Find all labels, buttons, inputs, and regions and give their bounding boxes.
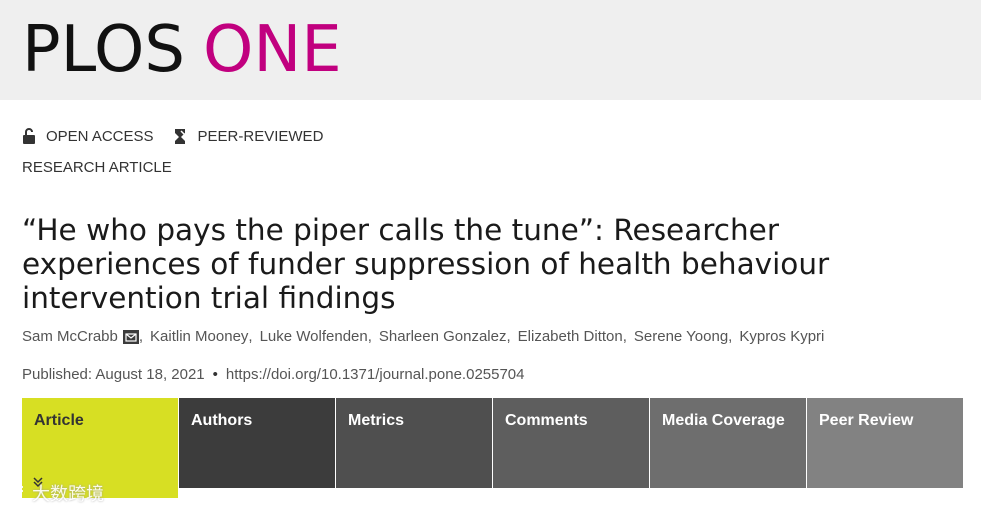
- author-name: Kaitlin Mooney: [150, 328, 249, 345]
- author-link[interactable]: Kaitlin Mooney: [150, 328, 248, 345]
- author-link[interactable]: Kypros Kypri: [739, 328, 824, 345]
- masthead: PLOS ONE: [0, 0, 981, 100]
- author-name: Serene Yoong: [633, 328, 729, 345]
- tab-comments[interactable]: Comments: [493, 398, 649, 488]
- author-list: Sam McCrabb, Kaitlin Mooney, Luke Wolfen…: [22, 328, 824, 345]
- author-link[interactable]: Sam McCrabb: [22, 328, 139, 345]
- plos-one-logo[interactable]: PLOS ONE: [22, 13, 342, 87]
- author-separator: ,: [622, 328, 627, 345]
- author-link[interactable]: Luke Wolfenden: [260, 328, 368, 345]
- tab-authors[interactable]: Authors: [179, 398, 335, 488]
- doi-link[interactable]: https://doi.org/10.1371/journal.pone.025…: [226, 366, 525, 383]
- author-name: Elizabeth Ditton: [517, 328, 623, 345]
- open-access-label: OPEN ACCESS: [46, 127, 154, 145]
- article-badges: OPEN ACCESS PEER-REVIEWED: [22, 125, 323, 147]
- tab-metrics[interactable]: Metrics: [336, 398, 492, 488]
- article-title: “He who pays the piper calls the tune”: …: [22, 213, 830, 315]
- peer-reviewed-icon: [174, 129, 186, 144]
- open-lock-icon: [23, 128, 35, 144]
- author-name: Sharleen Gonzalez: [378, 328, 507, 345]
- open-access-badge[interactable]: OPEN ACCESS: [22, 128, 154, 145]
- author-separator: ,: [138, 328, 144, 345]
- author-separator: ,: [367, 328, 372, 345]
- author-separator: ,: [506, 328, 511, 345]
- author-link[interactable]: Sharleen Gonzalez: [379, 328, 507, 345]
- tab-media-coverage[interactable]: Media Coverage: [650, 398, 806, 488]
- watermark-logo-icon: [10, 486, 24, 500]
- peer-reviewed-badge[interactable]: PEER-REVIEWED: [172, 127, 324, 145]
- publication-meta: Published: August 18, 2021 • https://doi.o…: [22, 366, 525, 383]
- article-type: RESEARCH ARTICLE: [22, 159, 172, 176]
- article-tabs: Article Authors Metrics Comments Media C…: [22, 398, 963, 498]
- logo-one: ONE: [202, 13, 342, 87]
- author-separator: ,: [248, 328, 253, 345]
- watermark-text: 大数跨境: [32, 484, 104, 504]
- meta-bullet: •: [212, 366, 218, 383]
- logo-plos: PLOS: [22, 13, 185, 87]
- author-name: Kypros Kypri: [739, 328, 825, 345]
- author-link[interactable]: Serene Yoong: [634, 328, 728, 345]
- watermark: 大数跨境: [8, 480, 104, 506]
- published-date: Published: August 18, 2021: [22, 366, 205, 383]
- email-icon[interactable]: [122, 329, 139, 344]
- author-name: Luke Wolfenden: [259, 328, 368, 345]
- author-separator: ,: [728, 328, 733, 345]
- author-name: Sam McCrabb: [22, 328, 118, 345]
- author-link[interactable]: Elizabeth Ditton: [518, 328, 623, 345]
- peer-reviewed-label: PEER-REVIEWED: [197, 127, 324, 145]
- tab-peer-review[interactable]: Peer Review: [807, 398, 963, 488]
